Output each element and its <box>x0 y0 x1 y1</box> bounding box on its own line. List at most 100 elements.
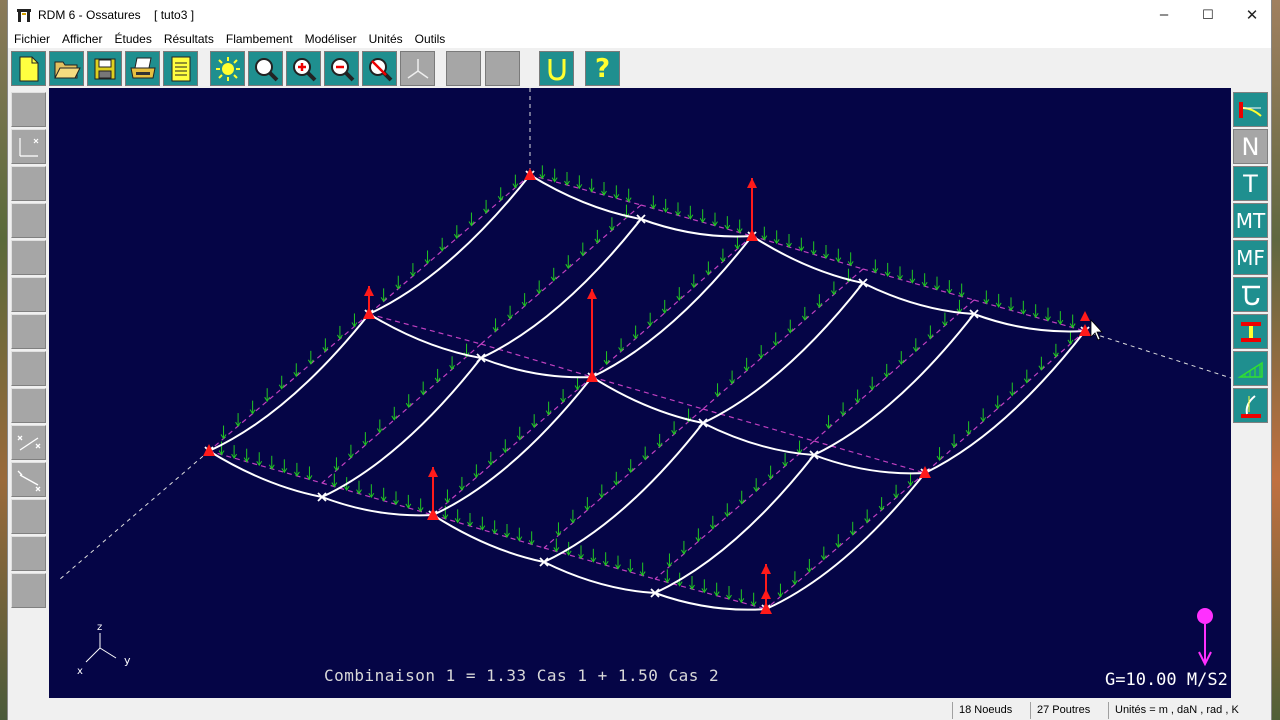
deformation-icon <box>548 58 565 81</box>
left-tool-5[interactable] <box>11 240 46 275</box>
left-tool-7[interactable] <box>11 314 46 349</box>
maximize-button[interactable]: ☐ <box>1186 0 1230 29</box>
result-distribution-button[interactable] <box>1233 351 1268 386</box>
blank-toolbar-button-1[interactable] <box>446 51 481 86</box>
axis-y <box>99 647 117 659</box>
distributed-load-arrow <box>594 229 601 244</box>
distributed-load-arrow <box>758 345 765 360</box>
render-button[interactable] <box>210 51 245 86</box>
distributed-load-arrow <box>921 273 928 288</box>
buckling-icon <box>1240 394 1261 418</box>
distributed-load-arrow <box>898 351 905 366</box>
status-bar: 18 Noeuds 27 Poutres Unités = m , daN , … <box>8 701 1271 720</box>
app-icon <box>17 8 31 22</box>
distributed-load-arrow <box>761 226 768 241</box>
distributed-load-arrow <box>782 453 789 468</box>
left-tool-3[interactable] <box>11 166 46 201</box>
distributed-load-arrow <box>1069 314 1076 329</box>
open-button[interactable] <box>49 51 84 86</box>
menu-resultats[interactable]: Résultats <box>158 32 220 46</box>
left-tool-coordinates[interactable] <box>11 129 46 164</box>
result-torsion-button[interactable]: MT <box>1233 203 1268 238</box>
minimize-button[interactable]: – <box>1142 0 1186 29</box>
left-tool-13[interactable] <box>11 536 46 571</box>
menu-fichier[interactable]: Fichier <box>8 32 56 46</box>
distributed-load-arrow <box>536 280 543 295</box>
distributed-load-arrow <box>820 546 827 561</box>
menu-outils[interactable]: Outils <box>409 32 452 46</box>
distributed-load-arrow <box>347 444 354 459</box>
new-button[interactable] <box>11 51 46 86</box>
deformation-button[interactable] <box>539 51 574 86</box>
distributed-load-arrow <box>772 332 779 347</box>
menu-etudes[interactable]: Études <box>108 32 157 46</box>
initial-beam <box>813 299 975 442</box>
reaction-arrowhead <box>761 564 771 574</box>
result-normal-force-button[interactable]: N <box>1233 129 1268 164</box>
print-button[interactable] <box>125 51 160 86</box>
distributed-load-arrow <box>220 425 227 440</box>
left-tool-4[interactable] <box>11 203 46 238</box>
print-icon <box>129 57 156 78</box>
initial-beam <box>208 313 370 452</box>
result-section-button[interactable] <box>1233 314 1268 349</box>
deformed-beam <box>321 496 434 517</box>
result-stress-button[interactable] <box>1233 277 1268 312</box>
menu-flambement[interactable]: Flambement <box>220 32 299 46</box>
result-bending-button[interactable]: MF <box>1233 240 1268 275</box>
left-tool-1[interactable] <box>11 92 46 127</box>
zoom-reset-button[interactable] <box>362 51 397 86</box>
result-shear-force-button[interactable]: T <box>1233 166 1268 201</box>
distributed-load-arrow <box>545 401 552 416</box>
initial-beam <box>432 376 593 516</box>
help-button[interactable]: ? <box>585 51 620 86</box>
initial-beam <box>973 299 1086 332</box>
menu-modeliser[interactable]: Modéliser <box>299 32 363 46</box>
model-viewport[interactable]: z x y Combinaison 1 = 1.33 Cas 1 + 1.50 Ca… <box>49 88 1231 698</box>
distributed-load-arrow <box>661 299 668 314</box>
distributed-load-arrow <box>676 287 683 302</box>
distributed-load-arrow <box>627 559 634 574</box>
left-tool-8[interactable] <box>11 351 46 386</box>
distributed-load-arrow <box>531 414 538 429</box>
load-combination-label: Combinaison 1 = 1.33 Cas 1 + 1.50 Cas 2 <box>324 666 720 685</box>
initial-beam <box>702 268 864 410</box>
menu-afficher[interactable]: Afficher <box>56 32 108 46</box>
distributed-load-arrow <box>840 402 847 417</box>
distributed-load-arrow <box>497 187 504 202</box>
menu-unites[interactable]: Unités <box>363 32 409 46</box>
close-button[interactable]: ✕ <box>1230 0 1274 29</box>
distributed-load-arrow <box>588 178 595 193</box>
distributed-load-arrow <box>946 280 953 295</box>
left-tool-6[interactable] <box>11 277 46 312</box>
distributed-load-arrow <box>941 312 948 327</box>
left-tool-14[interactable] <box>11 573 46 608</box>
axes-button[interactable] <box>400 51 435 86</box>
deformed-shape-icon <box>1238 101 1262 118</box>
distributed-load-arrow <box>625 188 632 203</box>
result-deformed-button[interactable] <box>1233 92 1268 127</box>
left-tool-12[interactable] <box>11 499 46 534</box>
axis-y-label: y <box>124 654 131 667</box>
distributed-load-arrow <box>590 548 597 563</box>
notes-button[interactable] <box>163 51 198 86</box>
zoom-out-button[interactable] <box>324 51 359 86</box>
zoom-in-button[interactable] <box>286 51 321 86</box>
distributed-load-arrow <box>632 325 639 340</box>
left-tool-beam-add[interactable] <box>11 425 46 460</box>
distributed-load-arrow <box>726 586 732 600</box>
axis-z-label: z <box>97 622 102 633</box>
initial-beam <box>529 174 642 206</box>
distributed-load-arrow <box>767 465 774 480</box>
distributed-load-arrow <box>736 219 743 234</box>
result-buckling-button[interactable] <box>1233 388 1268 423</box>
distributed-load-arrow <box>564 172 570 186</box>
left-tool-beam-edit[interactable] <box>11 462 46 497</box>
save-button[interactable] <box>87 51 122 86</box>
zoom-button[interactable] <box>248 51 283 86</box>
distributed-load-arrow <box>235 413 242 428</box>
distributed-load-arrow <box>376 419 383 434</box>
distributed-load-arrow <box>569 509 576 524</box>
left-tool-9[interactable] <box>11 388 46 423</box>
blank-toolbar-button-2[interactable] <box>485 51 520 86</box>
